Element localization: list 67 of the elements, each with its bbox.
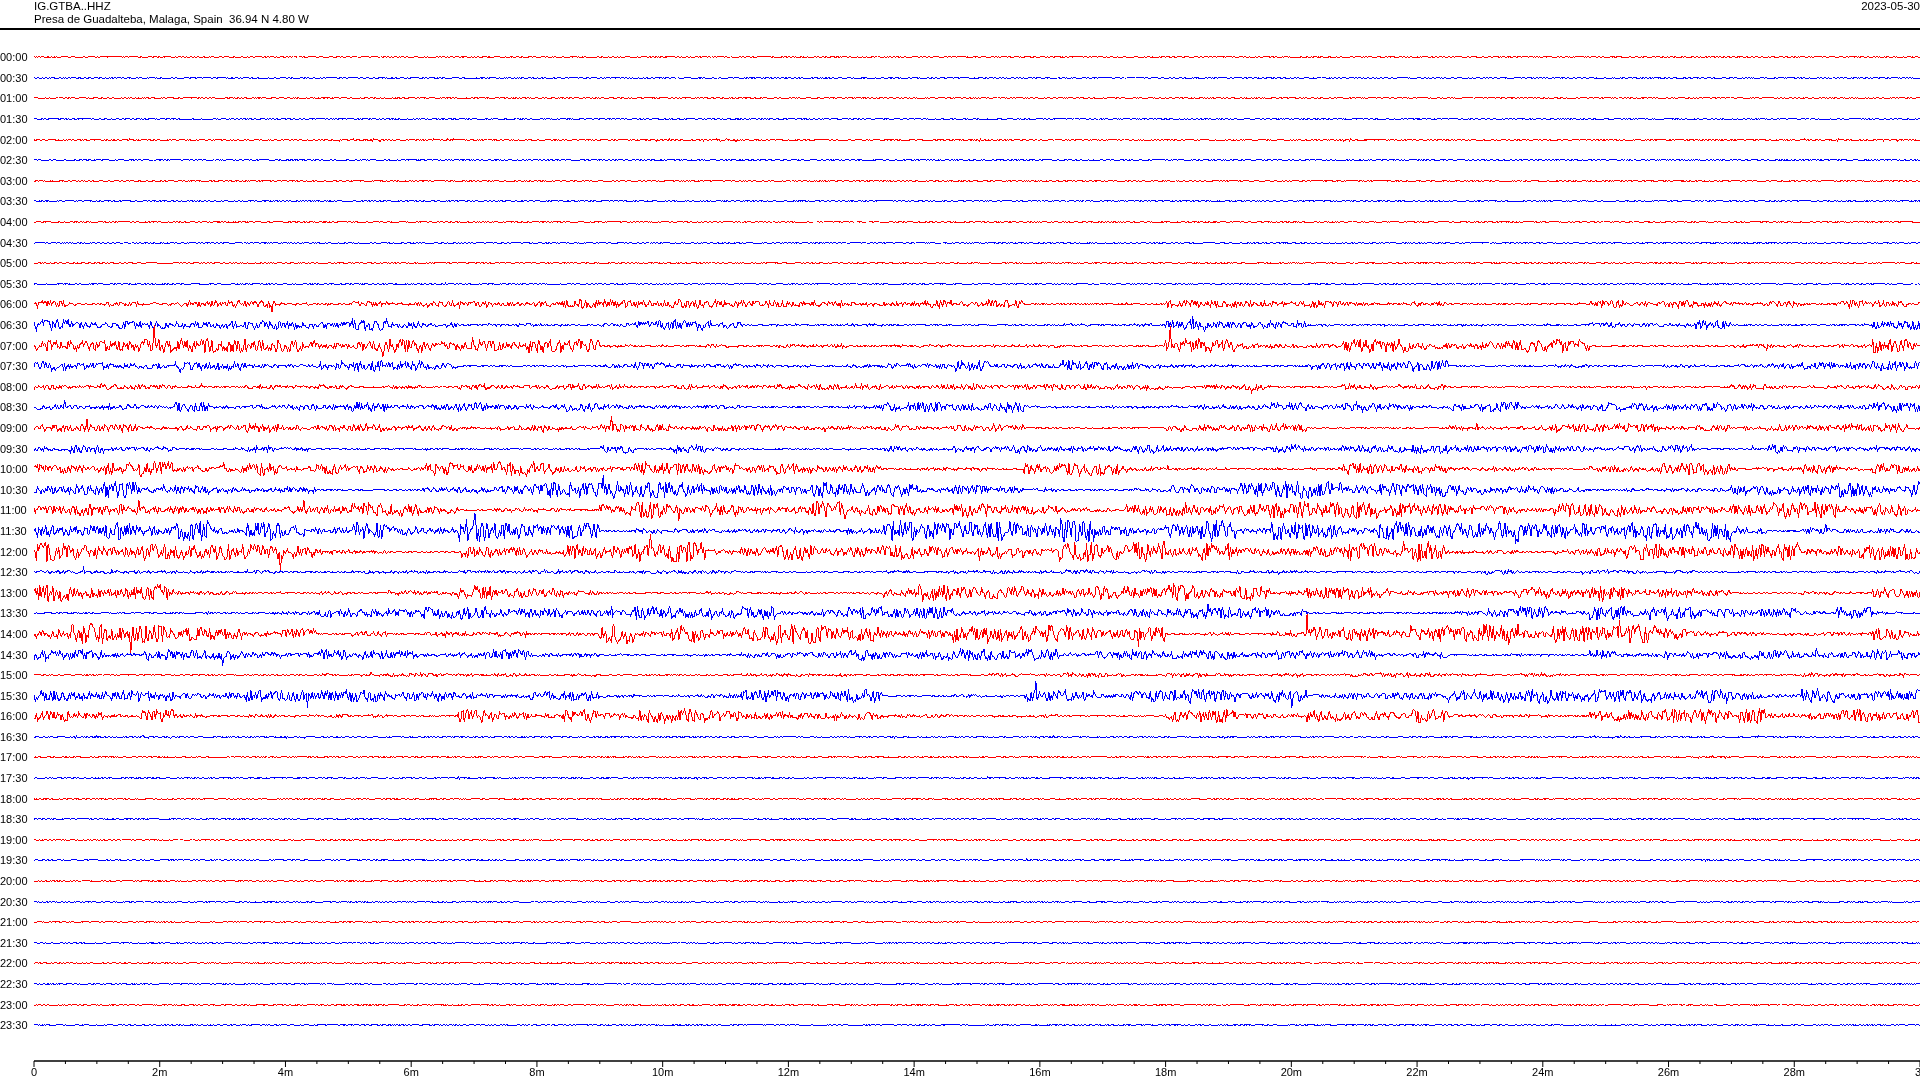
time-label: 19:30 xyxy=(0,854,29,867)
axis-tick-label: 2m xyxy=(152,1066,168,1078)
time-label: 21:30 xyxy=(0,936,29,949)
time-label: 02:00 xyxy=(0,133,29,146)
axis-tick-label: 3 xyxy=(1915,1066,1920,1078)
plot-date: 2023-05-30 xyxy=(1861,0,1920,13)
time-label: 15:00 xyxy=(0,669,29,682)
time-label: 00:00 xyxy=(0,51,29,64)
time-label: 07:30 xyxy=(0,360,29,373)
time-label: 10:30 xyxy=(0,483,29,496)
axis-tick-label: 4m xyxy=(277,1066,294,1078)
time-label: 03:00 xyxy=(0,174,29,187)
time-label: 04:30 xyxy=(0,236,29,249)
time-label: 17:00 xyxy=(0,751,29,764)
time-label: 23:30 xyxy=(0,1019,29,1032)
time-label: 09:30 xyxy=(0,442,29,455)
station-code: IG.GTBA..HHZ xyxy=(34,0,112,13)
station-location: Presa de Guadalteba, Malaga, Spain 36.94 N 4.80 W xyxy=(34,13,309,26)
axis-tick-label: 26m xyxy=(1657,1066,1680,1078)
time-label: 05:30 xyxy=(0,277,29,290)
axis-tick-label: 28m xyxy=(1783,1066,1805,1078)
time-label: 19:00 xyxy=(0,833,29,846)
time-label: 05:00 xyxy=(0,257,29,270)
time-label: 02:30 xyxy=(0,154,29,167)
time-label: 10:00 xyxy=(0,463,29,476)
time-label: 06:00 xyxy=(0,298,29,311)
time-label: 20:00 xyxy=(0,875,29,888)
time-label: 14:00 xyxy=(0,627,29,640)
time-label: 14:30 xyxy=(0,648,29,661)
time-label: 11:30 xyxy=(0,524,28,537)
time-label: 12:00 xyxy=(0,545,29,558)
axis-tick-label: 0 xyxy=(30,1066,38,1078)
time-label: 07:00 xyxy=(0,339,29,352)
time-label: 15:30 xyxy=(0,689,29,702)
time-label: 04:00 xyxy=(0,216,29,229)
axis-tick-label: 12m xyxy=(777,1066,800,1078)
axis-tick-label: 14m xyxy=(903,1066,925,1078)
time-label: 23:00 xyxy=(0,998,29,1011)
time-label: 00:30 xyxy=(0,71,29,84)
time-label: 06:30 xyxy=(0,319,29,331)
time-label: 22:00 xyxy=(0,957,29,970)
time-label: 09:00 xyxy=(0,422,29,434)
axis-tick-label: 6m xyxy=(403,1066,419,1078)
time-label: 22:30 xyxy=(0,978,29,990)
time-label: 18:00 xyxy=(0,792,29,805)
time-label: 08:30 xyxy=(0,401,29,414)
axis-tick-label: 10m xyxy=(651,1066,674,1078)
time-label: 01:00 xyxy=(0,92,29,105)
time-label: 13:00 xyxy=(0,586,29,599)
axis-tick-label: 8m xyxy=(529,1066,545,1078)
time-label: 21:00 xyxy=(0,916,29,929)
time-label: 20:30 xyxy=(0,895,29,908)
time-label: 11:00 xyxy=(0,504,28,517)
axis-tick-label: 20m xyxy=(1280,1066,1303,1078)
axis-tick-label: 24m xyxy=(1532,1066,1554,1078)
time-label: 08:00 xyxy=(0,380,29,393)
time-label: 18:30 xyxy=(0,813,29,826)
axis-tick-label: 18m xyxy=(1154,1066,1177,1078)
time-label: 17:30 xyxy=(0,772,29,785)
time-label: 01:30 xyxy=(0,113,29,126)
time-label: 03:30 xyxy=(0,195,29,208)
time-label: 13:30 xyxy=(0,607,29,620)
time-label: 16:30 xyxy=(0,730,29,743)
axis-tick-label: 16m xyxy=(1029,1066,1051,1078)
time-label: 12:30 xyxy=(0,566,29,579)
time-label: 16:00 xyxy=(0,710,29,723)
axis-tick-label: 22m xyxy=(1406,1066,1428,1078)
